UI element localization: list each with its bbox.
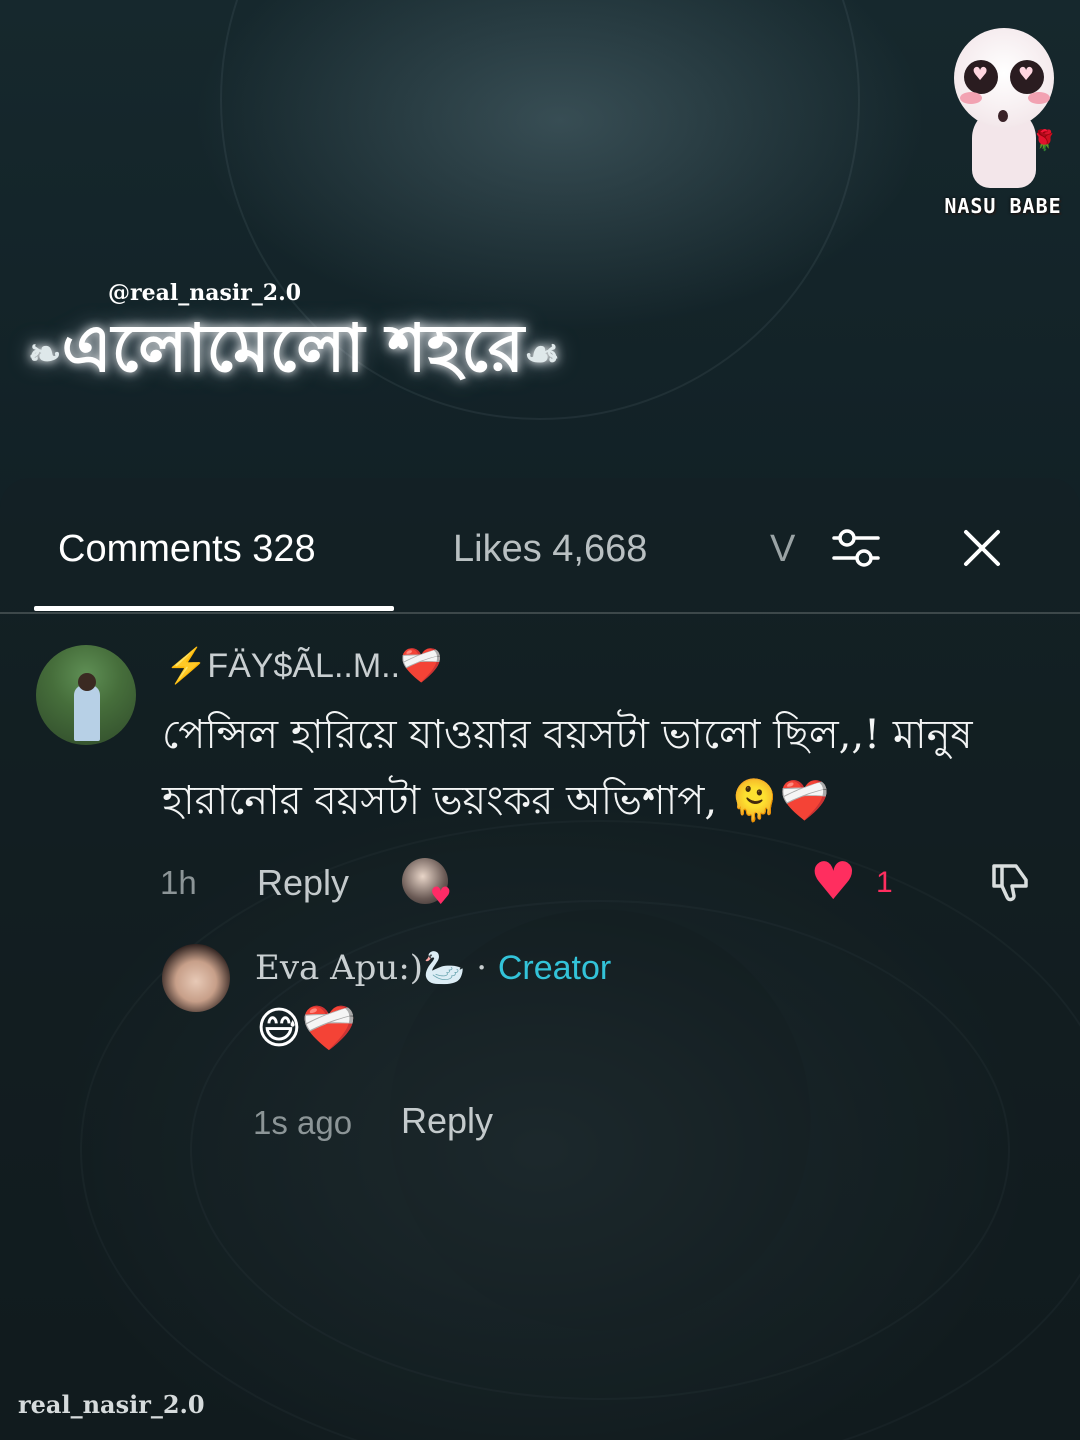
song-title: ❧এলোমেলো শহরে☙ xyxy=(28,298,560,408)
heart-icon: ♥ xyxy=(430,882,452,910)
active-tab-indicator xyxy=(34,606,394,611)
reply-actions: 1s ago Reply xyxy=(253,1098,853,1148)
like-count: 1 xyxy=(876,866,893,899)
filter-button[interactable] xyxy=(826,518,886,578)
reply-author-line: Eva Apu:)🦢 · Creator xyxy=(255,948,611,988)
tab-views[interactable]: V xyxy=(770,528,796,571)
reply-button[interactable]: Reply xyxy=(257,862,349,904)
song-title-text: এলোমেলো শহরে xyxy=(61,309,525,387)
comment-time: 1h xyxy=(160,864,197,901)
ghost-mascot-icon: 🌹 xyxy=(948,28,1058,188)
close-icon xyxy=(964,530,1000,566)
divider xyxy=(0,612,1080,614)
comment-actions: 1h Reply ♥ ♥ 1 xyxy=(160,852,1060,912)
creator-badge: Creator xyxy=(497,949,612,987)
tab-bar: Comments 328 Likes 4,668 V xyxy=(0,478,1080,614)
comment-text: পেন্সিল হারিয়ে যাওয়ার বয়সটা ভালো ছিল,… xyxy=(162,712,973,824)
avatar[interactable] xyxy=(36,645,136,745)
watermark: real_nasir_2.0 xyxy=(18,1390,205,1419)
tab-likes[interactable]: Likes 4,668 xyxy=(453,528,647,571)
reply-time: 1s ago xyxy=(253,1104,353,1141)
brand-logo: 🌹 NASU BABE xyxy=(938,28,1068,218)
brand-name: NASU BABE xyxy=(944,194,1062,218)
creator-liked-avatar: ♥ xyxy=(402,858,452,910)
close-button[interactable] xyxy=(952,518,1012,578)
feather-icon: ❧ xyxy=(28,330,62,378)
tab-comments[interactable]: Comments 328 xyxy=(58,528,316,571)
reply-author[interactable]: Eva Apu:)🦢 xyxy=(255,948,465,988)
feather-icon: ☙ xyxy=(524,330,560,378)
reply-text: 😅❤️‍🩹 xyxy=(256,1003,357,1054)
like-heart-icon[interactable]: ♥ xyxy=(810,852,857,912)
reply-button[interactable]: Reply xyxy=(401,1100,493,1142)
rose-icon: 🌹 xyxy=(1032,128,1057,152)
separator: · xyxy=(476,948,487,988)
sliders-icon xyxy=(832,529,880,567)
dislike-icon[interactable] xyxy=(986,858,1034,906)
avatar[interactable] xyxy=(162,944,230,1012)
comment-author[interactable]: ⚡FÄY$ÃL..M..❤️‍🩹 xyxy=(165,646,442,686)
